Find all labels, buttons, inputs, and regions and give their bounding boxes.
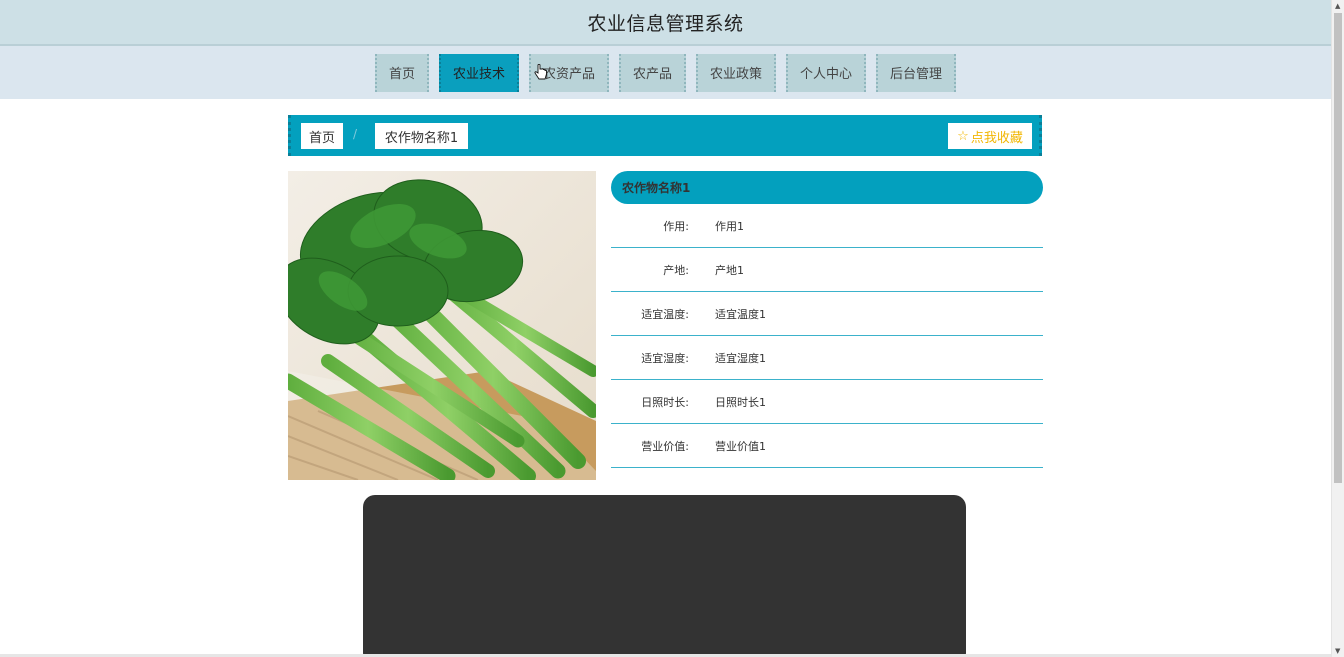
breadcrumb-separator: / — [353, 127, 358, 141]
video-player[interactable] — [363, 495, 966, 657]
star-outline-icon: ☆ — [957, 128, 969, 144]
main-nav: 首页 农业技术 农资产品 农产品 农业政策 个人中心 后台管理 — [0, 46, 1331, 99]
detail-value: 产地1 — [715, 263, 744, 277]
nav-item-agri-policy[interactable]: 农业政策 — [696, 53, 777, 92]
crop-image — [288, 171, 596, 480]
site-title: 农业信息管理系统 — [587, 12, 744, 35]
site-header: 农业信息管理系统 — [0, 0, 1331, 46]
scroll-up-arrow-icon[interactable]: ▲ — [1335, 2, 1340, 10]
nav-item-admin[interactable]: 后台管理 — [876, 53, 957, 92]
nav-item-agri-products[interactable]: 农产品 — [618, 53, 686, 92]
detail-row-temperature: 适宜温度: 适宜温度1 — [611, 292, 1043, 336]
detail-value: 适宜温度1 — [715, 307, 766, 321]
scroll-down-arrow-icon[interactable]: ▼ — [1335, 647, 1340, 655]
detail-row-origin: 产地: 产地1 — [611, 248, 1043, 292]
scrollbar-thumb[interactable] — [1334, 13, 1342, 483]
breadcrumb-home-link[interactable]: 首页 — [301, 123, 343, 149]
crop-photo — [288, 171, 596, 480]
detail-label: 产地: — [663, 263, 689, 277]
crop-detail-panel: 农作物名称1 作用: 作用1 产地: 产地1 适宜温度: 适宜温度1 适宜湿度:… — [611, 171, 1043, 468]
crop-name-title: 农作物名称1 — [611, 171, 1043, 204]
favorite-label: 点我收藏 — [970, 130, 1023, 146]
detail-label: 日照时长: — [641, 395, 689, 409]
detail-row-function: 作用: 作用1 — [611, 204, 1043, 248]
breadcrumb: 首页 / 农作物名称1 ☆ 点我收藏 — [288, 115, 1042, 156]
favorite-button[interactable]: ☆ 点我收藏 — [948, 123, 1032, 149]
detail-label: 作用: — [663, 219, 689, 233]
detail-value: 适宜湿度1 — [715, 351, 766, 365]
detail-value: 日照时长1 — [715, 395, 766, 409]
detail-row-sunlight: 日照时长: 日照时长1 — [611, 380, 1043, 424]
nav-item-agri-tech[interactable]: 农业技术 — [438, 53, 519, 92]
detail-value: 作用1 — [715, 219, 744, 233]
nav-item-personal-center[interactable]: 个人中心 — [786, 53, 867, 92]
detail-row-value: 营业价值: 营业价值1 — [611, 424, 1043, 468]
vertical-scrollbar[interactable]: ▲ ▼ — [1331, 0, 1344, 657]
detail-row-humidity: 适宜湿度: 适宜湿度1 — [611, 336, 1043, 380]
nav-item-home[interactable]: 首页 — [374, 53, 429, 92]
detail-label: 适宜湿度: — [641, 351, 689, 365]
nav-item-agri-supplies[interactable]: 农资产品 — [528, 53, 609, 92]
detail-label: 适宜温度: — [641, 307, 689, 321]
detail-label: 营业价值: — [641, 439, 689, 453]
detail-value: 营业价值1 — [715, 439, 766, 453]
breadcrumb-current: 农作物名称1 — [375, 123, 468, 149]
